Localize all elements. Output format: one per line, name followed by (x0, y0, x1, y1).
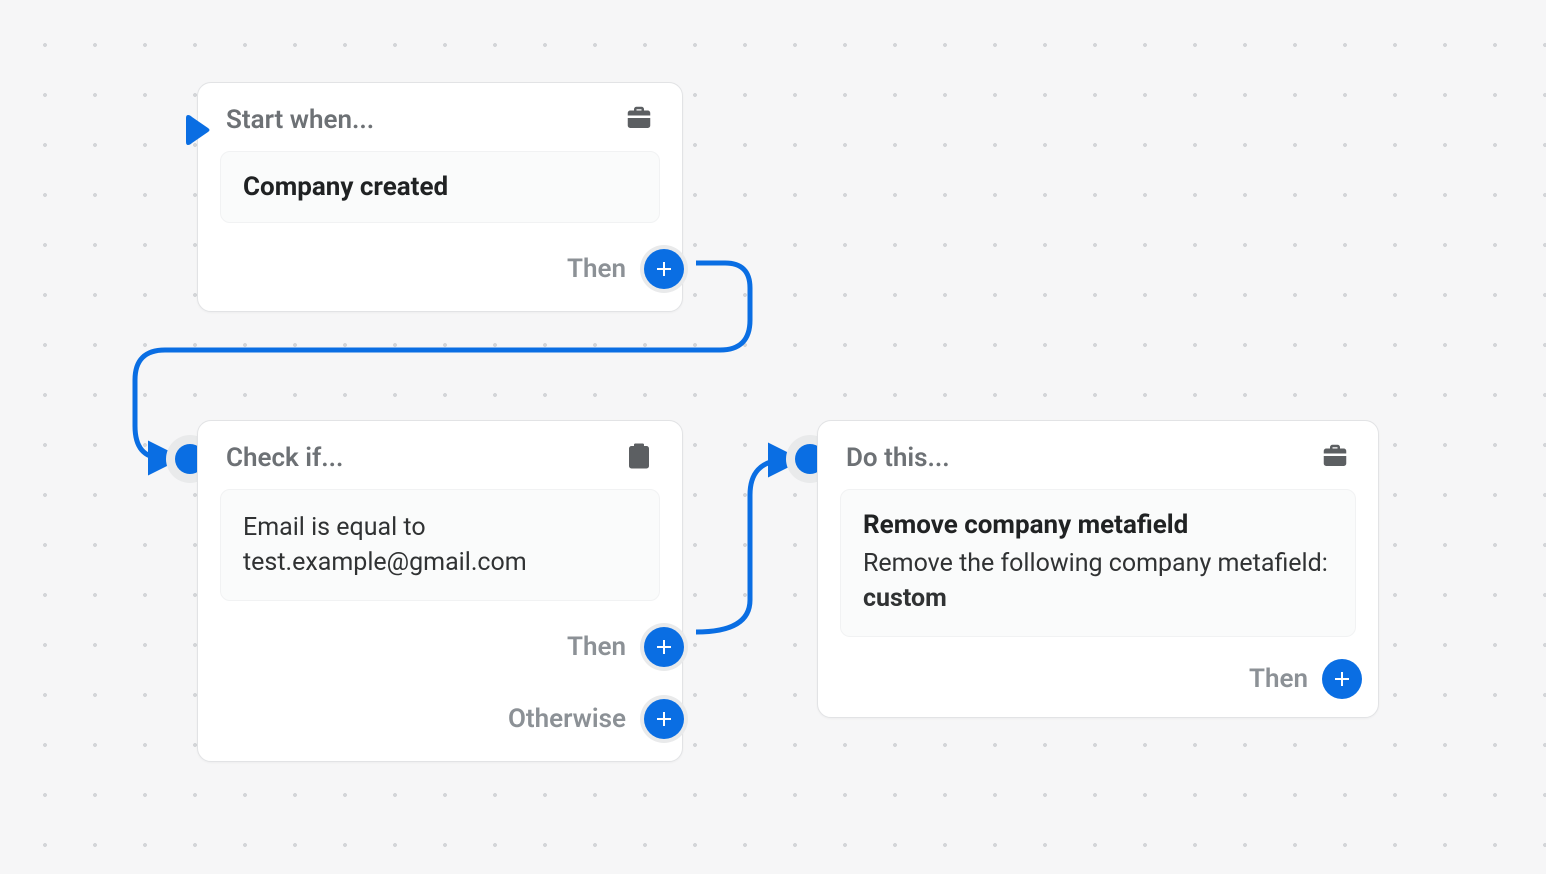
condition-header: Check if... (198, 421, 682, 489)
action-desc-prefix: Remove the following company metafield: (863, 549, 1328, 578)
trigger-then-port: Then (198, 245, 682, 311)
trigger-event-name: Company created (243, 172, 637, 202)
trigger-header-label: Start when... (226, 105, 374, 135)
condition-otherwise-port: Otherwise (198, 689, 682, 761)
condition-then-port: Then (198, 623, 682, 689)
action-description: Remove the following company metafield: … (863, 546, 1333, 616)
action-header-label: Do this... (846, 443, 950, 473)
briefcase-icon (624, 103, 654, 137)
clipboard-check-icon (624, 441, 654, 475)
trigger-header: Start when... (198, 83, 682, 151)
condition-expression: Email is equal to test.example@gmail.com (243, 510, 637, 580)
port-label-then: Then (567, 632, 626, 662)
workflow-canvas[interactable]: Start when... Company created Then Check… (0, 0, 1546, 874)
briefcase-icon (1320, 441, 1350, 475)
port-label-then: Then (1249, 664, 1308, 694)
start-marker-icon (184, 113, 212, 147)
condition-header-label: Check if... (226, 443, 343, 473)
add-step-button[interactable] (1322, 659, 1362, 699)
add-step-button[interactable] (644, 699, 684, 739)
plus-halo (640, 695, 688, 743)
port-label-otherwise: Otherwise (508, 704, 626, 734)
trigger-body: Company created (220, 151, 660, 223)
add-step-button[interactable] (644, 249, 684, 289)
add-step-button[interactable] (644, 627, 684, 667)
condition-card[interactable]: Check if... Email is equal to test.examp… (197, 420, 683, 762)
plus-halo (640, 623, 688, 671)
action-title: Remove company metafield (863, 510, 1333, 540)
condition-body: Email is equal to test.example@gmail.com (220, 489, 660, 601)
port-label-then: Then (567, 254, 626, 284)
trigger-card[interactable]: Start when... Company created Then (197, 82, 683, 312)
action-body: Remove company metafield Remove the foll… (840, 489, 1356, 637)
plus-halo (640, 245, 688, 293)
action-then-port: Then (818, 659, 1378, 717)
action-desc-value: custom (863, 584, 947, 613)
action-header: Do this... (818, 421, 1378, 489)
action-card[interactable]: Do this... Remove company metafield Remo… (817, 420, 1379, 718)
